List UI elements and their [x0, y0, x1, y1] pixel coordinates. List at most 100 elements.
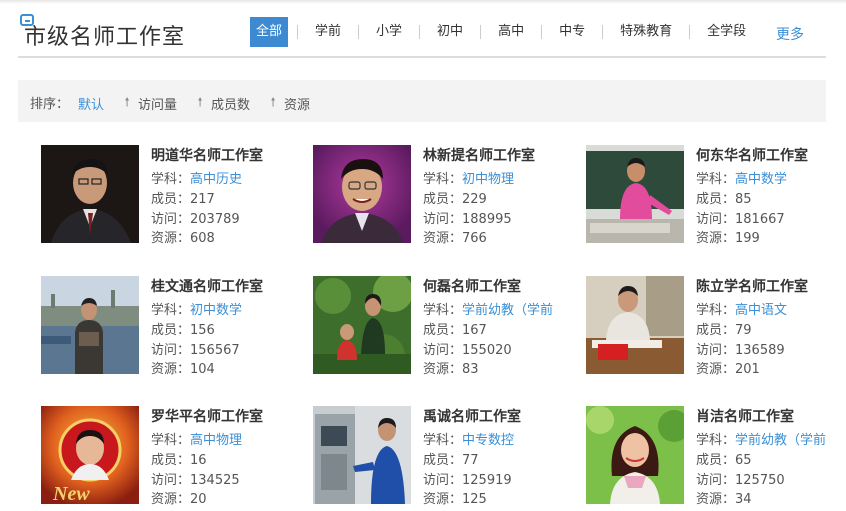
- nav-divider: [480, 25, 482, 39]
- resources-count: 125: [462, 492, 487, 507]
- sort-bar: 排序： 默认 🠕 访问量 🠕 成员数 🠕 资源: [18, 80, 826, 122]
- sort-arrow-up-icon: 🠕: [124, 95, 130, 109]
- sort-by-resources[interactable]: 🠕 资源: [268, 93, 310, 114]
- resources-count: 34: [735, 492, 752, 507]
- studio-photo[interactable]: [586, 145, 684, 243]
- visits-label: 访问：: [151, 473, 191, 488]
- members-count: 77: [462, 453, 479, 468]
- studio-visits: 访问：203789: [151, 208, 240, 227]
- studio-subject: 学科：中专数控: [423, 429, 514, 448]
- members-count: 65: [735, 453, 752, 468]
- studio-name[interactable]: 明道华名师工作室: [151, 145, 263, 165]
- studio-photo[interactable]: [41, 276, 139, 374]
- studio-photo[interactable]: [313, 406, 411, 504]
- studio-name[interactable]: 何东华名师工作室: [696, 145, 808, 165]
- sort-options: 默认 🠕 访问量 🠕 成员数 🠕 资源: [78, 93, 328, 114]
- subject-link[interactable]: 高中数学: [735, 172, 787, 187]
- sort-members-label: 成员数: [211, 98, 251, 113]
- studio-card[interactable]: 何东华名师工作室 学科：高中数学 成员：85 访问：181667 资源：199: [586, 145, 846, 246]
- resources-label: 资源：: [151, 362, 191, 377]
- subject-link[interactable]: 初中数学: [190, 303, 242, 318]
- visits-count: 181667: [735, 212, 785, 227]
- studio-card[interactable]: 何磊名师工作室 学科：学前幼教（学前 成员：167 访问：155020 资源：8…: [313, 276, 573, 377]
- members-label: 成员：: [696, 323, 736, 338]
- members-label: 成员：: [151, 192, 191, 207]
- studio-subject: 学科：学前幼教（学前: [423, 299, 553, 318]
- studio-name[interactable]: 肖洁名师工作室: [696, 406, 794, 426]
- members-label: 成员：: [696, 192, 736, 207]
- studio-resources: 资源：104: [151, 358, 215, 377]
- sort-default[interactable]: 默认: [78, 93, 104, 114]
- studio-card[interactable]: 肖洁名师工作室 学科：学前幼教（学前 成员：65 访问：125750 资源：34: [586, 406, 846, 507]
- visits-count: 188995: [462, 212, 512, 227]
- nav-tab-all[interactable]: 全部: [250, 17, 289, 47]
- page-header: 市级名师工作室 全部 学前 小学 初中 高中 中专 特殊教育 全学段 更多: [18, 10, 826, 58]
- subject-link[interactable]: 初中物理: [462, 172, 514, 187]
- studio-subject: 学科：高中数学: [696, 168, 787, 187]
- sort-label: 排序：: [30, 97, 70, 112]
- subject-link[interactable]: 高中历史: [190, 172, 242, 187]
- studio-members: 成员：217: [151, 188, 215, 207]
- nav-tab-all-stages[interactable]: 全学段: [699, 17, 754, 47]
- studio-resources: 资源：83: [423, 358, 479, 377]
- studio-name[interactable]: 禹诚名师工作室: [423, 406, 521, 426]
- visits-count: 136589: [735, 343, 785, 358]
- resources-label: 资源：: [696, 492, 736, 507]
- studio-resources: 资源：766: [423, 227, 487, 246]
- subject-link[interactable]: 学前幼教（学前: [735, 429, 826, 448]
- nav-tab-junior-high[interactable]: 初中: [429, 17, 471, 47]
- nav-tab-senior-high[interactable]: 高中: [490, 17, 532, 47]
- studio-card[interactable]: 陈立学名师工作室 学科：高中语文 成员：79 访问：136589 资源：201: [586, 276, 846, 377]
- visits-count: 156567: [190, 343, 240, 358]
- resources-count: 83: [462, 362, 479, 377]
- studio-photo[interactable]: [586, 276, 684, 374]
- category-nav: 全部 学前 小学 初中 高中 中专 特殊教育 全学段: [250, 17, 754, 47]
- studio-card[interactable]: 桂文通名师工作室 学科：初中数学 成员：156 访问：156567 资源：104: [41, 276, 301, 377]
- studio-card[interactable]: 林新提名师工作室 学科：初中物理 成员：229 访问：188995 资源：766: [313, 145, 573, 246]
- nav-divider: [419, 25, 421, 39]
- visits-label: 访问：: [423, 473, 463, 488]
- studio-name[interactable]: 桂文通名师工作室: [151, 276, 263, 296]
- visits-count: 125919: [462, 473, 512, 488]
- studio-photo[interactable]: [313, 276, 411, 374]
- studio-photo[interactable]: [41, 145, 139, 243]
- nav-tab-special-education[interactable]: 特殊教育: [612, 17, 680, 47]
- subject-link[interactable]: 中专数控: [462, 433, 514, 448]
- nav-tab-preschool[interactable]: 学前: [307, 17, 349, 47]
- studio-name[interactable]: 罗华平名师工作室: [151, 406, 263, 426]
- subject-label: 学科：: [696, 303, 736, 318]
- sort-by-members[interactable]: 🠕 成员数: [195, 93, 250, 114]
- studio-members: 成员：77: [423, 449, 479, 468]
- subject-label: 学科：: [423, 433, 463, 448]
- members-label: 成员：: [423, 192, 463, 207]
- resources-count: 20: [190, 492, 207, 507]
- studio-name[interactable]: 何磊名师工作室: [423, 276, 521, 296]
- studio-card[interactable]: 禹诚名师工作室 学科：中专数控 成员：77 访问：125919 资源：125: [313, 406, 573, 507]
- subject-link[interactable]: 高中物理: [190, 433, 242, 448]
- studio-card[interactable]: New 罗华平名师工作室 学科：高中物理 成员：16 访问：134525 资源：…: [41, 406, 301, 507]
- studio-card[interactable]: 明道华名师工作室 学科：高中历史 成员：217 访问：203789 资源：608: [41, 145, 301, 246]
- studio-visits: 访问：181667: [696, 208, 785, 227]
- studio-name[interactable]: 陈立学名师工作室: [696, 276, 808, 296]
- studio-subject: 学科：初中物理: [423, 168, 514, 187]
- subject-link[interactable]: 学前幼教（学前: [462, 299, 553, 318]
- subject-link[interactable]: 高中语文: [735, 303, 787, 318]
- studio-photo[interactable]: [313, 145, 411, 243]
- studio-photo[interactable]: New: [41, 406, 139, 504]
- studio-resources: 资源：608: [151, 227, 215, 246]
- studio-name[interactable]: 林新提名师工作室: [423, 145, 535, 165]
- sort-by-visits[interactable]: 🠕 访问量: [122, 93, 177, 114]
- subject-label: 学科：: [696, 172, 736, 187]
- nav-tab-primary[interactable]: 小学: [368, 17, 410, 47]
- resources-label: 资源：: [423, 362, 463, 377]
- visits-label: 访问：: [696, 343, 736, 358]
- nav-tab-vocational[interactable]: 中专: [551, 17, 593, 47]
- studio-resources: 资源：34: [696, 488, 752, 507]
- nav-divider: [689, 25, 691, 39]
- visits-count: 125750: [735, 473, 785, 488]
- members-label: 成员：: [696, 453, 736, 468]
- studio-photo[interactable]: [586, 406, 684, 504]
- visits-label: 访问：: [696, 473, 736, 488]
- more-link[interactable]: 更多: [776, 24, 804, 44]
- subject-label: 学科：: [151, 303, 191, 318]
